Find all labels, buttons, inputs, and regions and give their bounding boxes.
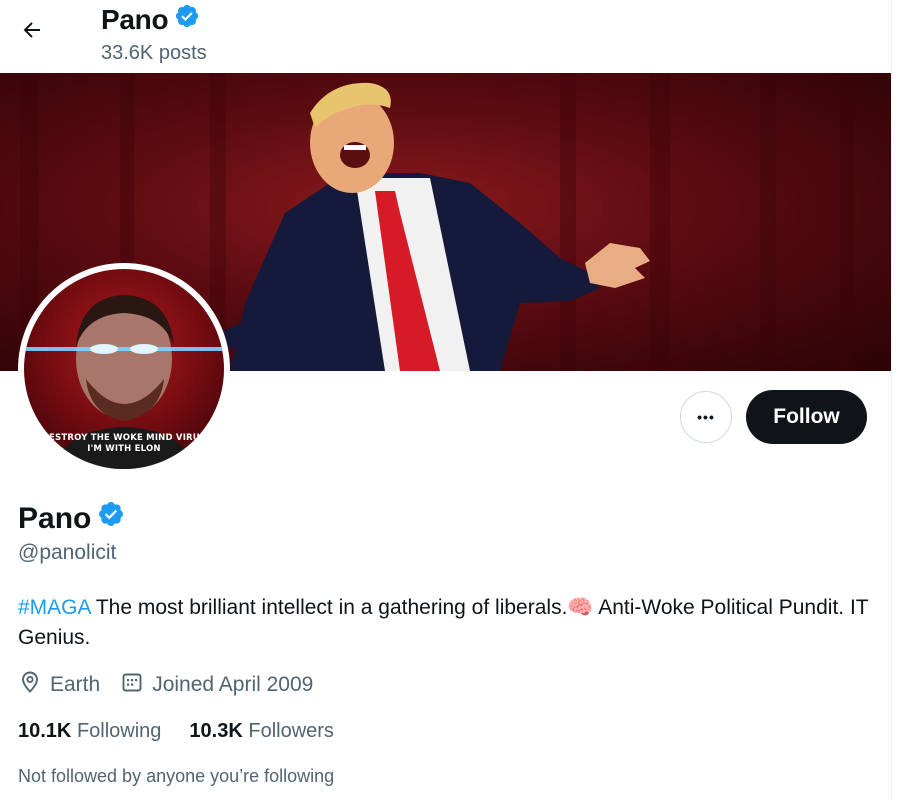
profile-avatar[interactable]: DESTROY THE WOKE MIND VIRUS I'M WITH ELO… bbox=[18, 263, 230, 475]
followers-label: Followers bbox=[248, 720, 334, 742]
more-options-button[interactable]: ••• bbox=[680, 391, 732, 443]
following-count: 10.1K bbox=[18, 720, 72, 742]
profile-bio: #MAGA The most brilliant intellect in a … bbox=[18, 593, 878, 653]
profile-display-name: Pano bbox=[18, 500, 125, 537]
hashtag-link[interactable]: #MAGA bbox=[18, 596, 90, 619]
following-label: Following bbox=[76, 720, 162, 742]
column-divider bbox=[891, 0, 892, 800]
joined-text: Joined April 2009 bbox=[152, 673, 314, 696]
followers-count: 10.3K bbox=[189, 720, 243, 742]
avatar-image: DESTROY THE WOKE MIND VIRUS I'M WITH ELO… bbox=[24, 269, 224, 469]
header-title: Pano bbox=[101, 3, 200, 37]
joined-item: Joined April 2009 bbox=[120, 670, 313, 700]
location-item: Earth bbox=[18, 670, 100, 700]
location-pin-icon bbox=[18, 670, 42, 700]
verified-badge-icon bbox=[174, 3, 200, 37]
profile-meta: Earth Joined April 2009 bbox=[18, 670, 333, 700]
verified-badge-icon[interactable] bbox=[97, 500, 125, 537]
profile-handle: @panolicit bbox=[18, 541, 117, 564]
calendar-icon bbox=[120, 670, 144, 700]
header-name: Pano bbox=[101, 4, 169, 35]
back-button[interactable] bbox=[14, 14, 50, 50]
header-post-count: 33.6K posts bbox=[101, 42, 207, 64]
location-text: Earth bbox=[50, 673, 101, 696]
avatar-caption-line1: DESTROY THE WOKE MIND VIRUS bbox=[41, 433, 207, 443]
profile-column: Pano 33.6K posts DESTROY THE WOKE MIND V… bbox=[0, 0, 891, 800]
back-arrow-icon bbox=[20, 18, 44, 47]
follow-counts: 10.1K Following 10.3K Followers bbox=[18, 720, 362, 743]
bio-text: The most brilliant intellect in a gather… bbox=[18, 596, 869, 649]
follow-button[interactable]: Follow bbox=[746, 390, 867, 444]
more-dots-icon: ••• bbox=[697, 409, 715, 425]
profile-name-text: Pano bbox=[18, 501, 92, 535]
followers-link[interactable]: 10.3K Followers bbox=[189, 720, 334, 743]
avatar-caption-line2: I'M WITH ELON bbox=[87, 444, 161, 454]
not-followed-notice: Not followed by anyone you’re following bbox=[18, 766, 335, 786]
following-link[interactable]: 10.1K Following bbox=[18, 720, 161, 743]
